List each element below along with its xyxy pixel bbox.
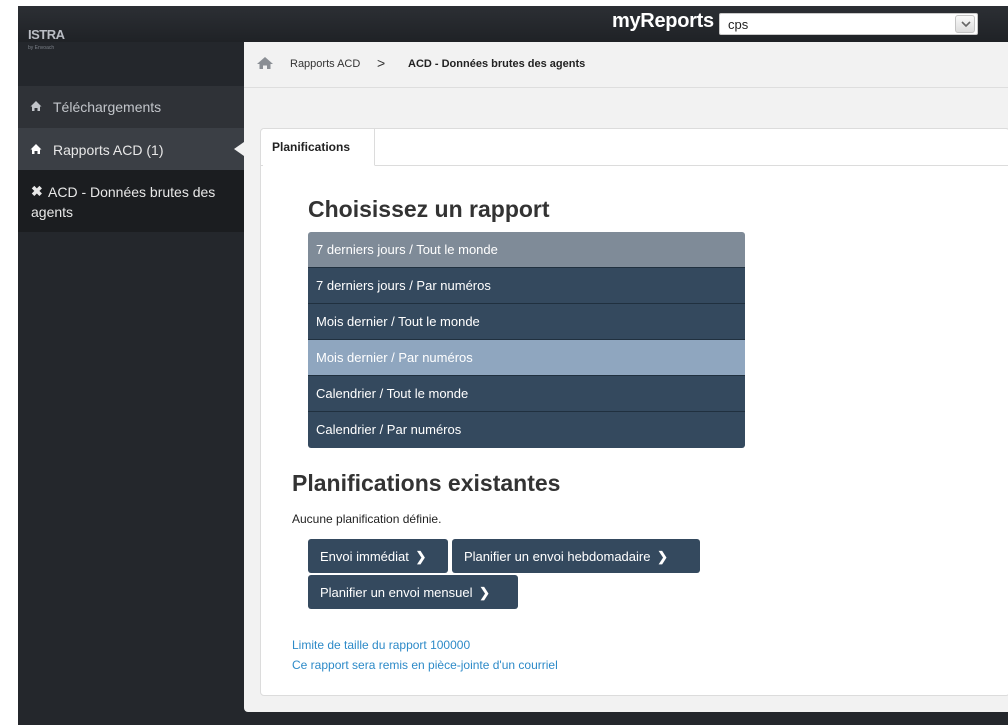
schedules-panel: Planifications Choisissez un rapport 7 d… bbox=[260, 128, 1008, 696]
existing-schedules-heading: Planifications existantes bbox=[292, 470, 561, 496]
app-window: myReports cps ISTRA by Envoach Télécharg… bbox=[18, 6, 1008, 725]
sidebar-item-acd-reports[interactable]: Rapports ACD (1) bbox=[18, 128, 244, 170]
schedule-weekly-button[interactable]: Planifier un envoi hebdomadaire ❯ bbox=[452, 539, 700, 573]
home-icon bbox=[30, 142, 42, 158]
attachment-info: Ce rapport sera remis en pièce-jointe d'… bbox=[292, 658, 558, 672]
sidebar-item-agent-raw-data[interactable]: ✖ ACD - Données brutes des agents bbox=[18, 170, 244, 232]
report-select-value: cps bbox=[728, 17, 749, 32]
schedule-monthly-button[interactable]: Planifier un envoi mensuel ❯ bbox=[308, 575, 518, 609]
sidebar-item-label: Téléchargements bbox=[53, 99, 162, 115]
breadcrumb-separator: > bbox=[377, 55, 386, 71]
sidebar-item-downloads[interactable]: Téléchargements bbox=[18, 86, 244, 128]
sidebar-item-label: Rapports ACD (1) bbox=[53, 142, 164, 158]
chevron-down-icon[interactable] bbox=[955, 15, 975, 33]
main-content: Rapports ACD > ACD - Données brutes des … bbox=[244, 42, 1008, 712]
report-list: 7 derniers jours / Tout le monde 7 derni… bbox=[308, 232, 745, 448]
sidebar-item-label: ACD - Données brutes des agents bbox=[31, 184, 216, 220]
no-schedule-text: Aucune planification définie. bbox=[292, 512, 442, 526]
report-option[interactable]: Calendrier / Tout le monde bbox=[308, 376, 745, 412]
top-bar: myReports cps bbox=[18, 6, 1008, 42]
button-label: Planifier un envoi hebdomadaire bbox=[464, 549, 651, 564]
size-limit-info: Limite de taille du rapport 100000 bbox=[292, 638, 471, 652]
report-option-selected[interactable]: Mois dernier / Par numéros bbox=[308, 340, 745, 376]
report-option[interactable]: Calendrier / Par numéros bbox=[308, 412, 745, 448]
report-select[interactable]: cps bbox=[719, 13, 978, 35]
chevron-right-icon: ❯ bbox=[657, 549, 668, 564]
breadcrumb-current: ACD - Données brutes des agents bbox=[408, 58, 586, 70]
report-option[interactable]: 7 derniers jours / Tout le monde bbox=[308, 232, 745, 268]
button-label: Planifier un envoi mensuel bbox=[320, 585, 473, 600]
brand-logo: ISTRA bbox=[28, 27, 65, 42]
send-now-button[interactable]: Envoi immédiat ❯ bbox=[308, 539, 448, 573]
breadcrumb-link[interactable]: Rapports ACD bbox=[290, 58, 360, 70]
button-label: Envoi immédiat bbox=[320, 549, 409, 564]
report-option[interactable]: Mois dernier / Tout le monde bbox=[308, 304, 745, 340]
home-icon[interactable] bbox=[256, 56, 274, 75]
tab-planifications[interactable]: Planifications bbox=[263, 129, 375, 166]
chevron-right-icon: ❯ bbox=[479, 585, 491, 600]
chevron-right-icon: ❯ bbox=[415, 549, 427, 564]
app-title: myReports bbox=[612, 10, 714, 32]
report-option[interactable]: 7 derniers jours / Par numéros bbox=[308, 268, 745, 304]
brand-tagline: by Envoach bbox=[28, 45, 55, 51]
breadcrumb: Rapports ACD > ACD - Données brutes des … bbox=[244, 42, 1008, 88]
home-icon bbox=[30, 99, 42, 115]
choose-report-heading: Choisissez un rapport bbox=[308, 196, 550, 222]
active-caret bbox=[234, 142, 244, 156]
